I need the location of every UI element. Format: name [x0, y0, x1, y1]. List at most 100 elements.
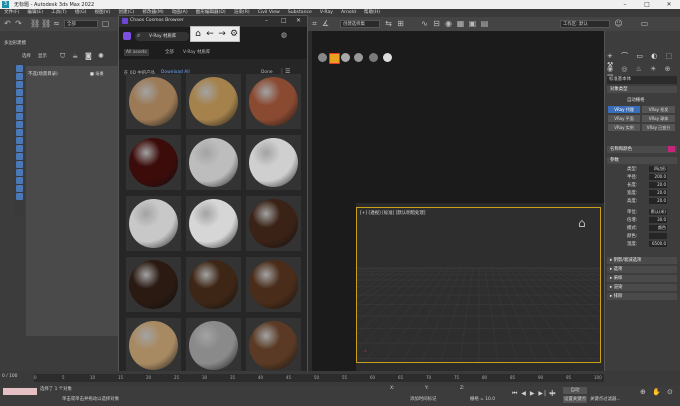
lights-icon[interactable]	[369, 53, 378, 62]
workspace-combo[interactable]: 工作区: 默认	[560, 20, 610, 28]
maximize-button[interactable]: □	[636, 0, 658, 9]
camera-icon[interactable]: ◙	[85, 52, 92, 60]
param-spinner[interactable]: 20.0	[649, 198, 667, 204]
tool-m-icon[interactable]	[16, 161, 23, 168]
section-3[interactable]: ▸ 渲染	[607, 284, 677, 291]
material-tile-glass[interactable]	[186, 318, 241, 373]
project-folder-icon[interactable]: ▭	[640, 19, 649, 28]
vray-instance-button[interactable]: VRay 实例	[608, 124, 640, 131]
tool-i-icon[interactable]	[16, 129, 23, 136]
teapot-icon[interactable]: ☕	[72, 52, 78, 60]
home-icon[interactable]: ⌂	[192, 28, 204, 40]
tool-j-icon[interactable]	[16, 137, 23, 144]
curve-editor-icon[interactable]: ∿	[420, 19, 429, 28]
redo-icon[interactable]: ↷	[14, 19, 23, 28]
user-icon[interactable]: ☺	[614, 19, 623, 28]
light-icon[interactable]: ✺	[98, 52, 104, 60]
set-key-button[interactable]: 设置关键点	[563, 396, 587, 403]
section-4[interactable]: ▸ 排除	[607, 293, 677, 300]
section-object-type[interactable]: 对象类型	[607, 86, 677, 93]
section-2[interactable]: ▸ 采样	[607, 275, 677, 282]
material-tile-dark-walnut[interactable]	[246, 196, 301, 251]
menu-item-0[interactable]: 文件(F)	[4, 9, 19, 17]
key-filter-button[interactable]: 关键点过滤器...	[590, 396, 621, 402]
menu-item-13[interactable]: Arnold	[341, 9, 356, 17]
object-color-swatch[interactable]	[668, 146, 675, 152]
tool-c-icon[interactable]	[16, 81, 23, 88]
tool-h-icon[interactable]	[16, 121, 23, 128]
settings-icon[interactable]: ⚙	[228, 28, 240, 40]
tool-e-icon[interactable]	[16, 97, 23, 104]
select-object-icon[interactable]: ▢	[101, 19, 110, 28]
link-icon[interactable]: ⛓	[30, 19, 40, 28]
frame-counter[interactable]: 0 / 100	[2, 374, 17, 379]
tool-f-icon[interactable]	[16, 105, 23, 112]
param-spinner[interactable]	[649, 233, 667, 239]
material-tile-wood-light[interactable]	[126, 74, 181, 129]
vray-variant-button[interactable]: VRay 已变分	[642, 124, 675, 131]
vray-plane-button[interactable]: VRay 平面	[608, 115, 640, 122]
mirror-icon[interactable]: ⇆	[384, 19, 393, 28]
tool-n-icon[interactable]	[16, 169, 23, 176]
menu-item-3[interactable]: 组(G)	[75, 9, 87, 17]
tree-item-scene[interactable]: 不选(场景目录)	[28, 71, 58, 77]
param-spinner[interactable]: 四边形	[649, 166, 667, 172]
material-tile-wood-red[interactable]	[246, 74, 301, 129]
autogrid-checkbox[interactable]: 自动栅格	[627, 97, 645, 103]
undo-icon[interactable]: ↶	[3, 19, 12, 28]
tool-l-icon[interactable]	[16, 153, 23, 160]
user-account-icon[interactable]: ◍	[281, 31, 287, 39]
tool-o-icon[interactable]	[16, 177, 23, 184]
tool-a-icon[interactable]	[16, 65, 23, 72]
browser-close-button[interactable]: ✕	[296, 17, 301, 24]
material-tile-gray-matte[interactable]	[186, 135, 241, 190]
menu-item-2[interactable]: 工具(T)	[51, 9, 67, 17]
material-tile-white-gray[interactable]	[126, 196, 181, 251]
viewport-top-area[interactable]	[312, 31, 604, 203]
filter-icon[interactable]: ⛉	[60, 52, 65, 61]
material-tile-white-marble[interactable]	[246, 135, 301, 190]
param-spinner[interactable]: 默认(米)	[649, 209, 667, 215]
menu-item-1[interactable]: 编辑(E)	[27, 9, 43, 17]
add-time-tag[interactable]: 添加时间标记	[410, 396, 436, 402]
tab-select[interactable]: 选择	[22, 53, 31, 59]
section-parameters[interactable]: 参数	[607, 157, 677, 164]
tool-k-icon[interactable]	[16, 145, 23, 152]
menu-item-12[interactable]: V-Ray	[320, 9, 333, 17]
material-tile-brown-wood[interactable]	[246, 257, 301, 312]
material-tile-dark-wood-grain[interactable]	[246, 318, 301, 373]
tab-all-assets[interactable]: All assets	[124, 49, 149, 56]
maxscript-listener[interactable]	[3, 388, 37, 395]
menu-item-14[interactable]: 帮助(H)	[364, 9, 380, 17]
param-spinner[interactable]: 颜色	[649, 225, 667, 231]
param-spinner[interactable]: 20.0	[649, 190, 667, 196]
minimize-button[interactable]: –	[614, 0, 636, 9]
param-spinner[interactable]: 6500.0	[649, 241, 667, 247]
viewport-left-area[interactable]	[312, 203, 356, 371]
scene-tree[interactable]: 不选(场景目录) ■ 场景	[26, 66, 118, 336]
vray-sphere-button[interactable]: VRay 球体	[642, 115, 675, 122]
tool-d-icon[interactable]	[16, 89, 23, 96]
browser-minimize-button[interactable]: –	[265, 17, 268, 24]
perspective-viewport[interactable]: [+] [透视] [标准] [默认明暗处理] ⌂ ⊥	[356, 207, 601, 363]
schematic-icon[interactable]: ⊟	[432, 19, 441, 28]
menu-item-4[interactable]: 视图(V)	[94, 9, 110, 17]
browser-maximize-button[interactable]: □	[281, 17, 287, 24]
tool-q-icon[interactable]	[16, 193, 23, 200]
sphere-tool-icon[interactable]	[318, 53, 327, 62]
render-vfb-icon[interactable]	[341, 53, 350, 62]
angle-snap-icon[interactable]: ∡	[321, 19, 330, 28]
search-input[interactable]: V-Ray 材质库	[135, 32, 189, 41]
close-button[interactable]: ✕	[658, 0, 680, 9]
render-icon[interactable]: ▣	[468, 19, 477, 28]
render-setup-icon[interactable]: ▦	[456, 19, 465, 28]
back-icon[interactable]: ←	[204, 28, 216, 40]
param-spinner[interactable]: 200.0	[649, 174, 667, 180]
tool-g-icon[interactable]	[16, 113, 23, 120]
primitive-type-dropdown[interactable]: 标准基本体	[607, 76, 677, 84]
selection-filter-combo[interactable]: 全部	[64, 20, 98, 28]
cosmos-icon[interactable]	[329, 53, 340, 64]
material-tile-dark-red[interactable]	[126, 135, 181, 190]
tool-b-icon[interactable]	[16, 73, 23, 80]
snap-icon[interactable]: ⌗	[310, 19, 319, 28]
